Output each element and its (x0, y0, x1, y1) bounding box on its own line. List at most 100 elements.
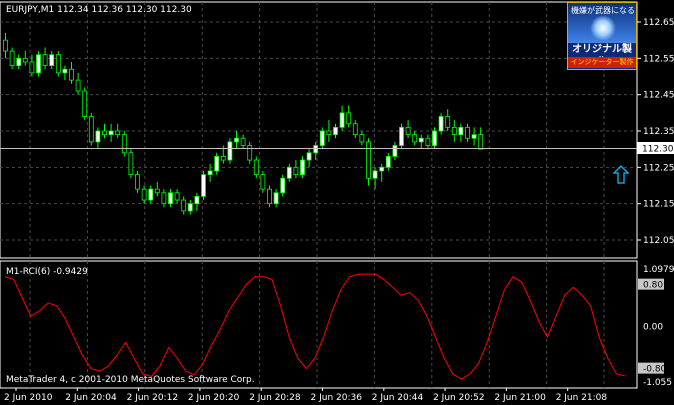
candle-body (88, 116, 94, 143)
candle-body (194, 195, 200, 205)
candle-body (425, 137, 431, 146)
candle-body (220, 156, 226, 161)
candle-body (432, 130, 437, 146)
candle-body (471, 134, 477, 139)
candle-body (458, 126, 464, 136)
candle-body (300, 159, 305, 175)
candle-body (55, 54, 61, 74)
candle-body (214, 156, 220, 172)
price-tick-label: 112.65 (643, 18, 674, 28)
main-chart-frame (0, 1, 638, 259)
candle-body (75, 79, 81, 92)
candle-body (313, 145, 319, 154)
candle-body (372, 170, 378, 179)
candle-body (326, 130, 332, 136)
time-axis: 2 Jun 2010 2 Jun 20:04 2 Jun 20:12 2 Jun 20… (4, 388, 607, 403)
candle-body (22, 57, 28, 63)
candle-body (9, 50, 15, 66)
price-tick-label: 112.55 (643, 54, 674, 64)
candle-body (293, 166, 299, 175)
rci-line (4, 273, 626, 380)
candle-body (240, 137, 246, 146)
current-price-label: 112.30 (642, 145, 674, 155)
candle-body (319, 130, 325, 146)
candle-body (379, 166, 385, 172)
candle-body (399, 126, 404, 146)
copyright-text: MetaTrader 4, c 2001-2010 MetaQuotes Sof… (6, 375, 255, 385)
indicator-tick-label: -1.055 (643, 378, 672, 388)
time-tick-label: 2 Jun 21:08 (556, 393, 608, 403)
price-tick-label: 112.15 (643, 200, 674, 210)
candle-body (207, 170, 213, 175)
candle-body (141, 188, 147, 201)
time-tick-label: 2 Jun 20:04 (65, 393, 117, 403)
candle-body (121, 134, 127, 154)
candle-body (451, 126, 457, 136)
price-tick-label: 112.05 (643, 236, 674, 246)
candle-body (385, 156, 391, 168)
candle-body (36, 54, 41, 74)
candle-body (62, 68, 68, 74)
candle-body (306, 152, 312, 161)
candle-body (247, 145, 253, 161)
candle-body (115, 130, 121, 136)
candle-body (352, 123, 358, 136)
chart-grid (0, 2, 637, 388)
candle-body (359, 134, 365, 143)
candle-body (49, 54, 55, 67)
candle-body (346, 112, 352, 125)
candle-body (227, 141, 233, 161)
candle-body (392, 145, 398, 157)
candle-body (187, 203, 193, 212)
indicator-tick-label: 1.0979 (643, 265, 674, 275)
indicator-axis: 1.0979 0.80 0.00 -0.80 -1.055 (638, 265, 674, 388)
rci-series (4, 273, 626, 380)
candle-body (339, 112, 345, 128)
candle-body (181, 199, 187, 212)
time-tick-label: 2 Jun 20:28 (249, 393, 301, 403)
candle-body (108, 130, 114, 136)
candle-body (102, 130, 107, 136)
candle-body (465, 126, 470, 139)
price-tick-label: 112.45 (643, 91, 674, 101)
candle-body (366, 141, 371, 179)
candle-body (16, 57, 22, 66)
chart-header: EURJPY,M1 112.34 112.36 112.30 112.30 (6, 5, 192, 15)
indicator-tick-label: 0.00 (643, 323, 663, 333)
time-tick-label: 2 Jun 20:20 (188, 393, 240, 403)
candle-body (42, 54, 48, 67)
candle-body (260, 174, 266, 190)
candle-body (168, 192, 173, 205)
chart-window[interactable]: 112.65 112.55 112.45 112.35 112.25 112.15 112.… (0, 0, 674, 405)
time-tick-label: 2 Jun 20:12 (127, 393, 178, 403)
time-tick-label: 2 Jun 20:52 (433, 393, 484, 403)
candle-body (69, 68, 74, 81)
badge-sub-text: インジケーター製作 (568, 57, 636, 68)
candle-body (412, 134, 418, 143)
candle-body (174, 192, 180, 201)
candle-body (333, 126, 338, 136)
signal-arrow-icon (612, 165, 630, 184)
candle-body (3, 39, 8, 52)
candle-body (201, 174, 206, 197)
candle-body (154, 188, 160, 194)
time-tick-label: 2 Jun 21:00 (494, 393, 546, 403)
candle-body (280, 177, 286, 194)
candle-body (438, 116, 444, 132)
candle-body (161, 192, 167, 205)
time-tick-label: 2 Jun 20:36 (311, 393, 363, 403)
sparkle-icon (590, 15, 616, 41)
candle-body (418, 137, 424, 143)
time-tick-label: 2 Jun 2010 (4, 393, 53, 403)
indicator-tick-label: -0.80 (643, 365, 667, 375)
candle-body (478, 134, 484, 150)
candle-body (286, 166, 292, 179)
candle-body (29, 61, 35, 74)
price-tick-label: 112.25 (643, 163, 674, 173)
price-axis: 112.65 112.55 112.45 112.35 112.25 112.15 112.… (637, 18, 674, 246)
candle-body (267, 188, 272, 205)
candle-series (3, 32, 484, 215)
candle-body (405, 126, 411, 136)
promo-badge[interactable]: 機嫌が武器になる オリジナル製作 インジケーター製作 (567, 2, 637, 70)
candle-body (128, 152, 134, 176)
